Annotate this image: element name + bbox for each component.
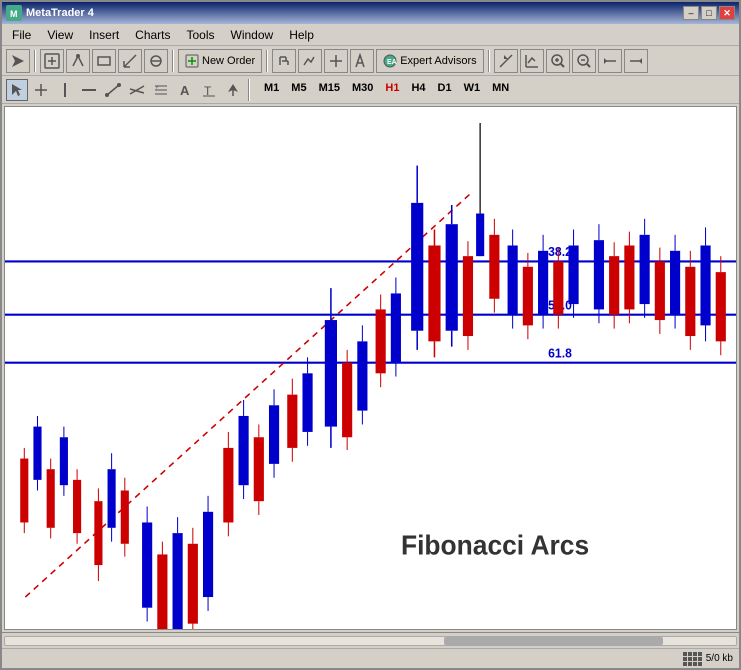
minimize-button[interactable]: – [683,6,699,20]
menu-charts[interactable]: Charts [127,26,178,44]
menu-bar: File View Insert Charts Tools Window Hel… [2,24,739,46]
toolbar-btn-9[interactable] [350,49,374,73]
toolbar-sep-2 [172,50,174,72]
toolbar-sep-4 [488,50,490,72]
tool-label[interactable]: T [198,79,220,101]
title-bar: M MetaTrader 4 – □ ✕ [2,2,739,24]
tf-h4[interactable]: H4 [405,80,431,100]
toolbar-zoom-out[interactable] [572,49,596,73]
window-controls: – □ ✕ [683,6,735,20]
expert-advisors-label: Expert Advisors [400,55,476,67]
app-icon: M [6,5,22,21]
tf-mn[interactable]: MN [486,80,515,100]
tool-trendline[interactable] [102,79,124,101]
tool-text[interactable]: A [174,79,196,101]
toolbar-drawing: F A T M1 M5 M15 M30 H1 H4 D1 W1 MN [2,76,739,104]
status-right: 5/0 kb [683,652,733,666]
grid-icon [683,652,702,666]
toolbar-btn-8[interactable] [324,49,348,73]
svg-text:Fibonacci Arcs: Fibonacci Arcs [401,530,589,561]
svg-text:EA: EA [387,59,397,66]
expert-advisors-button[interactable]: EA Expert Advisors [376,49,483,73]
menu-tools[interactable]: Tools [179,26,223,44]
toolbar-btn-1[interactable] [40,49,64,73]
menu-insert[interactable]: Insert [81,26,127,44]
tool-fibonacci[interactable]: F [150,79,172,101]
toolbar-main: New Order EA Expert Advisors [2,46,739,76]
menu-window[interactable]: Window [223,26,282,44]
tf-m1[interactable]: M1 [258,80,285,100]
toolbar-sep-1 [34,50,36,72]
toolbar-btn-7[interactable] [298,49,322,73]
tf-h1[interactable]: H1 [379,80,405,100]
toolbar-btn-4[interactable] [118,49,142,73]
tf-w1[interactable]: W1 [458,80,487,100]
toolbar-arrow[interactable] [6,49,30,73]
tf-m5[interactable]: M5 [285,80,312,100]
title-bar-left: M MetaTrader 4 [6,5,94,21]
toolbar-btn-3[interactable] [92,49,116,73]
toolbar-btn-5[interactable] [144,49,168,73]
tf-m30[interactable]: M30 [346,80,379,100]
tf-d1[interactable]: D1 [432,80,458,100]
toolbar2-sep [248,79,250,101]
toolbar-btn-11[interactable] [520,49,544,73]
tf-m15[interactable]: M15 [313,80,346,100]
maximize-button[interactable]: □ [701,6,717,20]
toolbar-btn-12[interactable] [598,49,622,73]
tool-vertical-line[interactable] [54,79,76,101]
status-kb: 5/0 kb [706,653,733,664]
menu-help[interactable]: Help [281,26,322,44]
toolbar-btn-10[interactable] [494,49,518,73]
tool-crosshair[interactable] [30,79,52,101]
svg-text:61.8: 61.8 [548,346,572,360]
svg-text:38.2: 38.2 [548,245,572,259]
toolbar-btn-6[interactable] [272,49,296,73]
tool-channel[interactable] [126,79,148,101]
scrollbar-thumb[interactable] [444,637,663,645]
close-button[interactable]: ✕ [719,6,735,20]
toolbar-btn-13[interactable] [624,49,648,73]
chart-scrollbar[interactable] [2,632,739,648]
svg-text:A: A [180,83,190,98]
status-bar: 5/0 kb [2,648,739,668]
timeframe-group: M1 M5 M15 M30 H1 H4 D1 W1 MN [258,80,515,100]
main-window: M MetaTrader 4 – □ ✕ File View Insert Ch… [0,0,741,670]
title-text: MetaTrader 4 [26,7,94,19]
toolbar-zoom-in[interactable] [546,49,570,73]
new-order-button[interactable]: New Order [178,49,262,73]
tool-horizontal-line[interactable] [78,79,100,101]
menu-view[interactable]: View [39,26,81,44]
toolbar-sep-3 [266,50,268,72]
scrollbar-track[interactable] [4,636,737,646]
chart-area[interactable]: 38.2 50.0 61.8 [4,106,737,630]
svg-text:M: M [10,9,18,19]
new-order-label: New Order [202,55,255,67]
toolbar-btn-2[interactable] [66,49,90,73]
tool-arrow[interactable] [222,79,244,101]
tool-cursor[interactable] [6,79,28,101]
menu-file[interactable]: File [4,26,39,44]
